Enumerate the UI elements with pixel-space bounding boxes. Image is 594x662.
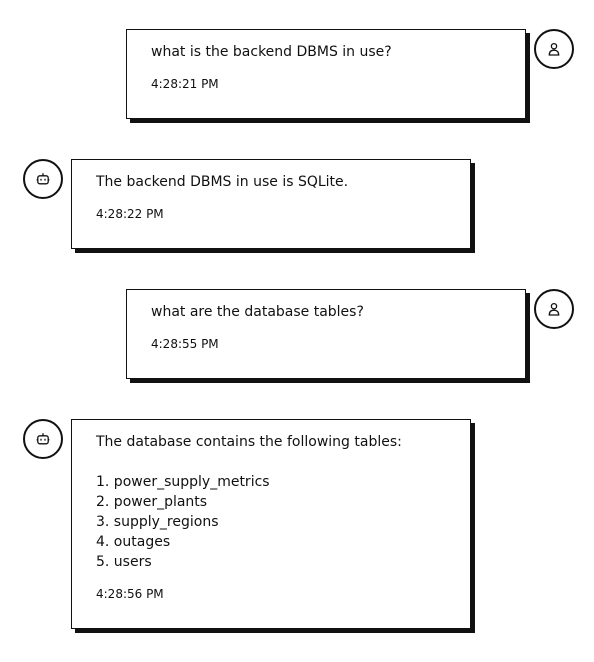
message-timestamp: 4:28:21 PM: [151, 77, 219, 91]
message-bubble: The database contains the following tabl…: [71, 419, 471, 629]
message-bubble: The backend DBMS in use is SQLite. 4:28:…: [71, 159, 471, 249]
message-timestamp: 4:28:55 PM: [151, 337, 219, 351]
user-avatar: [534, 29, 574, 69]
message-timestamp: 4:28:56 PM: [96, 587, 164, 601]
bot-icon: [36, 433, 50, 445]
bot-icon: [36, 173, 50, 185]
message-text: what is the backend DBMS in use?: [151, 44, 392, 60]
user-avatar: [534, 289, 574, 329]
list-item: 1. power_supply_metrics: [96, 474, 270, 490]
user-icon: [548, 302, 560, 316]
list-item: 3. supply_regions: [96, 514, 219, 530]
list-item: 4. outages: [96, 534, 171, 550]
message-text: The database contains the following tabl…: [96, 434, 402, 450]
message-bubble: what are the database tables? 4:28:55 PM: [126, 289, 526, 379]
message-text: The backend DBMS in use is SQLite.: [96, 174, 349, 190]
bot-avatar: [23, 159, 63, 199]
list-item: 2. power_plants: [96, 494, 208, 510]
message-text: what are the database tables?: [151, 304, 364, 320]
user-icon: [548, 42, 560, 56]
list-item: 5. users: [96, 554, 152, 570]
message-timestamp: 4:28:22 PM: [96, 207, 164, 221]
message-bubble: what is the backend DBMS in use? 4:28:21…: [126, 29, 526, 119]
bot-avatar: [23, 419, 63, 459]
table-list: 1. power_supply_metrics 2. power_plants …: [96, 472, 446, 572]
